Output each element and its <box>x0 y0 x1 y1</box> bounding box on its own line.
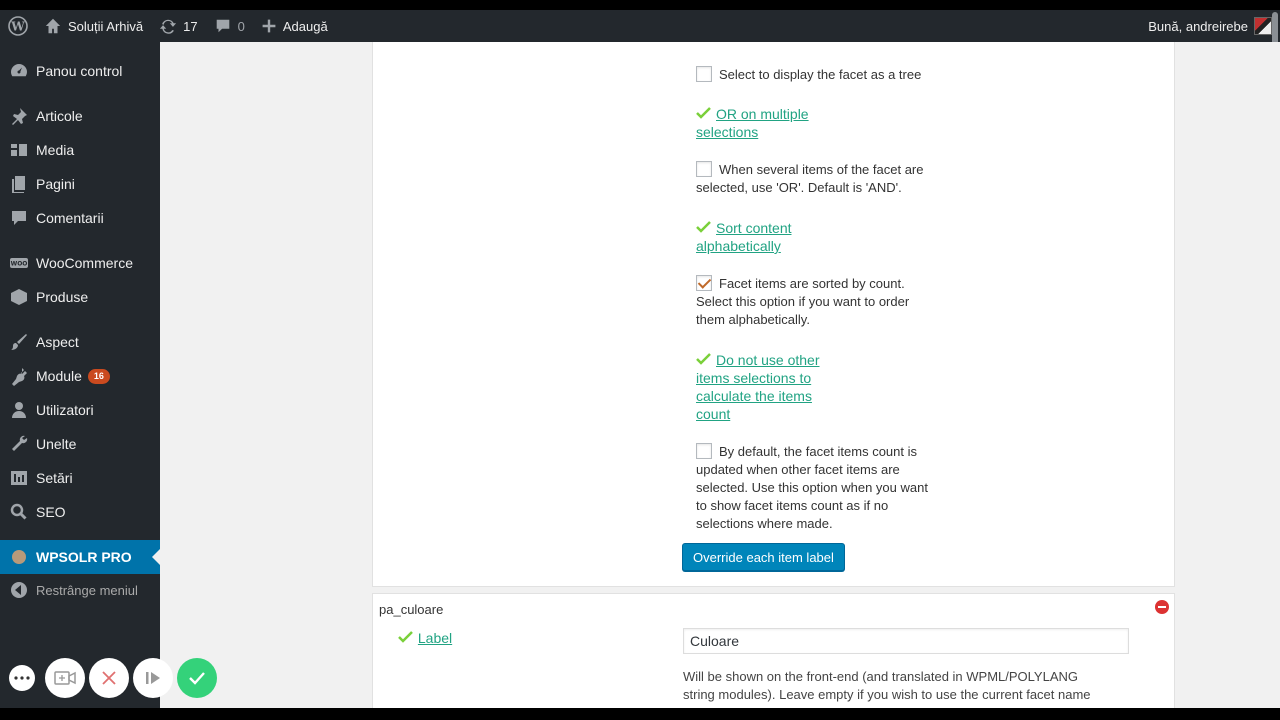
wordpress-icon: W <box>8 16 28 36</box>
sidebar-item-settings[interactable]: Setări <box>0 461 160 495</box>
items-count-link-4[interactable]: count <box>696 406 730 422</box>
sidebar-item-media[interactable]: Media <box>0 133 160 167</box>
items-count-link-3[interactable]: calculate the items <box>696 388 812 404</box>
sidebar-item-appearance[interactable]: Aspect <box>0 325 160 359</box>
comments-link[interactable]: 0 <box>206 10 253 42</box>
checkmark-icon <box>398 630 414 646</box>
facet-label-input[interactable] <box>683 628 1129 654</box>
tree-checkbox[interactable] <box>696 66 712 82</box>
plugins-update-badge: 16 <box>87 368 110 384</box>
main-content: Select to display the facet as a tree OR… <box>160 42 1280 708</box>
collapse-icon <box>11 582 27 598</box>
plus-icon <box>262 19 276 33</box>
sidebar-item-plugins[interactable]: Module 16 <box>0 359 160 393</box>
sort-option-title: Sort content alphabetically <box>696 219 792 255</box>
sidebar-item-tools[interactable]: Unelte <box>0 427 160 461</box>
ellipsis-icon <box>14 676 30 680</box>
add-new-link[interactable]: Adaugă <box>253 10 336 42</box>
site-name-link[interactable]: Soluții Arhivă <box>36 10 151 42</box>
sidebar-item-users[interactable]: Utilizatori <box>0 393 160 427</box>
settings-icon <box>11 471 27 485</box>
items-count-option: By default, the facet items count is upda… <box>696 443 928 531</box>
wrench-icon <box>12 435 28 451</box>
updates-count: 17 <box>183 18 198 34</box>
sidebar-item-woocommerce[interactable]: WOO WooCommerce <box>0 246 160 280</box>
brush-icon <box>11 334 27 350</box>
or-multiple-checkbox[interactable] <box>696 161 712 177</box>
updates-link[interactable]: 17 <box>151 10 205 42</box>
facet-tree-option: Select to display the facet as a tree <box>696 66 921 84</box>
camera-toggle-button[interactable] <box>45 658 85 698</box>
pages-icon <box>12 176 25 193</box>
more-options-button[interactable] <box>9 665 35 691</box>
avatar <box>1254 17 1272 35</box>
dashboard-icon <box>11 64 27 77</box>
collapse-menu-button[interactable]: Restrânge meniul <box>0 573 160 607</box>
admin-sidebar: Panou control Articole Media Pagini Come… <box>0 42 160 708</box>
sidebar-item-seo[interactable]: SEO <box>0 495 160 529</box>
items-count-link[interactable]: Do not use other <box>716 352 820 368</box>
screen-top-border <box>0 0 1280 10</box>
svg-text:WOO: WOO <box>11 261 28 268</box>
sidebar-item-products[interactable]: Produse <box>0 280 160 314</box>
greeting-text: Bună, andreirebe <box>1148 18 1248 34</box>
cancel-recording-button[interactable] <box>89 658 129 698</box>
sort-alphabetically-link-cont[interactable]: alphabetically <box>696 238 781 254</box>
facet-title: pa_culoare <box>379 602 444 617</box>
comment-icon <box>216 19 229 33</box>
comments-icon <box>12 211 26 225</box>
scrollbar-thumb[interactable] <box>1272 12 1278 46</box>
home-icon <box>45 18 61 34</box>
site-name: Soluții Arhivă <box>68 18 144 34</box>
label-field-title: Label <box>398 630 452 646</box>
or-multiple-link[interactable]: OR on multiple <box>716 106 809 122</box>
label-link[interactable]: Label <box>418 630 452 646</box>
sidebar-item-dashboard[interactable]: Panou control <box>0 54 160 88</box>
checkmark-icon <box>696 219 712 237</box>
close-icon <box>102 671 116 685</box>
sort-alphabetically-link[interactable]: Sort content <box>716 220 792 236</box>
label-help-text: Will be shown on the front-end (and tran… <box>683 669 1091 702</box>
admin-bar: W Soluții Arhivă 17 0 Adaugă Bună, andre… <box>0 10 1280 42</box>
wpsolr-icon <box>12 550 26 564</box>
remove-facet-icon[interactable] <box>1155 600 1169 614</box>
sidebar-item-wpsolr-pro[interactable]: WPSOLR PRO <box>0 540 160 574</box>
woo-icon: WOO <box>10 258 28 268</box>
plugin-icon <box>12 368 27 386</box>
items-count-link-2[interactable]: items selections to <box>696 370 811 386</box>
pause-resume-button[interactable] <box>133 658 173 698</box>
add-new-label: Adaugă <box>282 18 328 34</box>
sidebar-item-posts[interactable]: Articole <box>0 99 160 133</box>
media-icon <box>11 144 27 156</box>
finish-recording-button[interactable] <box>177 658 217 698</box>
checkmark-icon <box>696 105 712 123</box>
user-icon <box>12 402 26 418</box>
sort-checkbox[interactable] <box>696 275 712 291</box>
or-multiple-link-cont[interactable]: selections <box>696 124 758 140</box>
play-icon <box>146 672 160 684</box>
override-item-label-button[interactable]: Override each item label <box>682 543 845 571</box>
box-icon <box>11 289 27 305</box>
camera-icon <box>54 671 76 685</box>
sort-option: Facet items are sorted by count. Select t… <box>696 275 910 327</box>
wordpress-logo[interactable]: W <box>0 10 36 42</box>
screen-bottom-border <box>0 708 1280 720</box>
sidebar-item-comments[interactable]: Comentarii <box>0 201 160 235</box>
account-menu[interactable]: Bună, andreirebe <box>1148 17 1280 35</box>
check-icon <box>189 672 205 685</box>
or-multiple-option-title: OR on multiple selections <box>696 105 809 141</box>
sidebar-item-pages[interactable]: Pagini <box>0 167 160 201</box>
or-multiple-option: When several items of the facet are selec… <box>696 161 924 195</box>
checkmark-icon <box>696 351 712 369</box>
items-count-option-title: Do not use other items selections to calcu… <box>696 351 820 423</box>
comments-count: 0 <box>237 18 245 34</box>
svg-text:W: W <box>10 20 25 34</box>
items-count-checkbox[interactable] <box>696 443 712 459</box>
refresh-icon <box>160 19 177 34</box>
search-icon <box>10 503 27 520</box>
pin-icon <box>12 108 27 125</box>
facet-pa-culoare-panel: pa_culoare Label Will be shown on the fr… <box>372 593 1175 708</box>
